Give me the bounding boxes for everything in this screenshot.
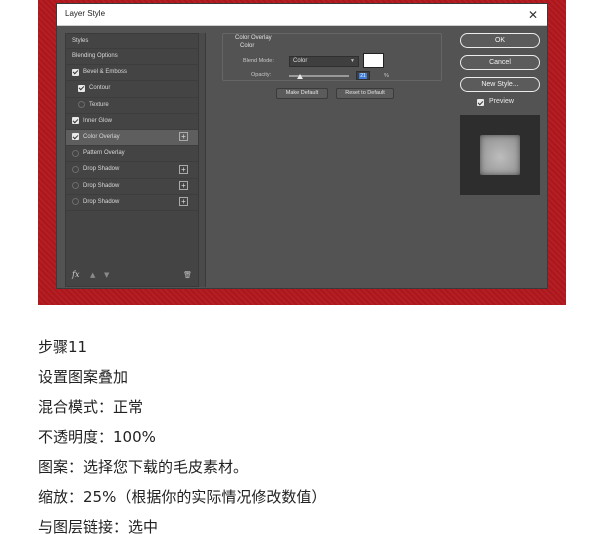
- style-item-label: Color Overlay: [83, 133, 120, 140]
- style-checkbox[interactable]: [72, 117, 79, 125]
- close-icon[interactable]: ✕: [525, 7, 541, 23]
- add-effect-icon[interactable]: +: [179, 181, 188, 190]
- preview-checkbox[interactable]: [477, 99, 484, 106]
- caption-line: 设置图案叠加: [38, 368, 129, 386]
- style-item-label: Drop Shadow: [83, 198, 120, 205]
- move-down-icon[interactable]: ▼: [104, 271, 109, 279]
- style-item[interactable]: Inner Glow: [66, 114, 198, 130]
- style-checkbox[interactable]: [72, 133, 79, 141]
- blend-mode-label: Blend Mode:: [243, 58, 274, 64]
- style-item-label: Drop Shadow: [83, 182, 120, 189]
- group-subtitle: Color: [240, 43, 255, 49]
- style-checkbox[interactable]: [72, 198, 79, 206]
- opacity-unit: %: [384, 73, 389, 79]
- chevron-down-icon: ▼: [350, 58, 355, 64]
- style-item-label: Texture: [89, 101, 109, 108]
- style-item[interactable]: Drop Shadow +: [66, 179, 198, 195]
- style-checkbox[interactable]: [72, 182, 79, 189]
- caption-line: 缩放：25%（根据你的实际情况修改数值）: [38, 488, 327, 506]
- opacity-slider-thumb[interactable]: [297, 74, 303, 79]
- style-checkbox[interactable]: [78, 101, 85, 109]
- style-preview: [460, 115, 540, 195]
- make-default-button[interactable]: Make Default: [276, 88, 328, 99]
- style-item-label: Bevel & Emboss: [83, 69, 128, 76]
- style-checkbox[interactable]: [72, 149, 79, 157]
- blend-mode-value: Color: [293, 58, 308, 64]
- caption-line: 混合模式：正常: [38, 398, 144, 416]
- trash-icon[interactable]: 🗑: [183, 271, 192, 279]
- opacity-value: 21: [359, 73, 367, 79]
- caption-line: 图案：选择您下载的毛皮素材。: [38, 458, 249, 476]
- style-item[interactable]: Blending Options: [66, 49, 198, 66]
- style-item-label: Pattern Overlay: [83, 150, 125, 157]
- add-effect-icon[interactable]: +: [179, 132, 188, 142]
- style-item[interactable]: Bevel & Emboss: [66, 65, 198, 82]
- style-item-label: Contour: [89, 85, 111, 92]
- add-effect-icon[interactable]: +: [179, 164, 188, 174]
- caption-line: 不透明度：100%: [38, 428, 156, 446]
- blend-mode-select[interactable]: Color ▼: [289, 56, 359, 67]
- ok-button[interactable]: OK: [460, 33, 540, 48]
- opacity-label: Opacity:: [251, 72, 272, 78]
- overlay-color-swatch[interactable]: [363, 53, 384, 68]
- dialog-titlebar: Layer Style ✕: [57, 4, 547, 26]
- style-item[interactable]: Drop Shadow +: [66, 162, 198, 179]
- style-item-label: Drop Shadow: [83, 166, 120, 173]
- cancel-button[interactable]: Cancel: [460, 55, 540, 70]
- add-effect-icon[interactable]: +: [179, 197, 188, 207]
- preview-label: Preview: [489, 98, 514, 105]
- style-item[interactable]: Drop Shadow +: [66, 195, 198, 211]
- color-overlay-group: Color Overlay Color Blend Mode: Color ▼ …: [222, 33, 442, 81]
- layer-style-dialog: Layer Style ✕ Styles Blending Options Bev…: [56, 3, 548, 289]
- dialog-title: Layer Style: [65, 9, 106, 18]
- styles-list: Styles Blending Options Bevel & Emboss Con…: [65, 33, 199, 287]
- color-overlay-panel: Color Overlay Color Blend Mode: Color ▼ …: [212, 33, 452, 287]
- preview-thumbnail: [480, 135, 520, 175]
- opacity-input[interactable]: 21: [356, 71, 370, 80]
- reset-to-default-button[interactable]: Reset to Default: [336, 88, 394, 99]
- caption-line: 与图层链接：选中: [38, 518, 159, 534]
- styles-footer: fx ▲ ▼ 🗑: [66, 266, 198, 286]
- style-item-label: Inner Glow: [83, 117, 113, 124]
- style-item[interactable]: Texture: [66, 98, 198, 114]
- style-item[interactable]: Color Overlay +: [66, 129, 198, 147]
- fx-icon[interactable]: fx: [72, 270, 79, 279]
- styles-scrollbar[interactable]: [199, 33, 206, 287]
- group-title: Color Overlay: [233, 35, 274, 41]
- caption-line: 步骤11: [38, 338, 88, 356]
- style-item[interactable]: Contour: [66, 81, 198, 98]
- style-checkbox[interactable]: [72, 165, 79, 173]
- style-checkbox[interactable]: [78, 84, 85, 92]
- style-checkbox[interactable]: [72, 68, 79, 76]
- move-up-icon[interactable]: ▲: [90, 271, 95, 279]
- style-item-label: Blending Options: [72, 53, 118, 59]
- style-item[interactable]: Pattern Overlay: [66, 146, 198, 163]
- styles-header[interactable]: Styles: [66, 34, 198, 49]
- new-style-button[interactable]: New Style...: [460, 77, 540, 92]
